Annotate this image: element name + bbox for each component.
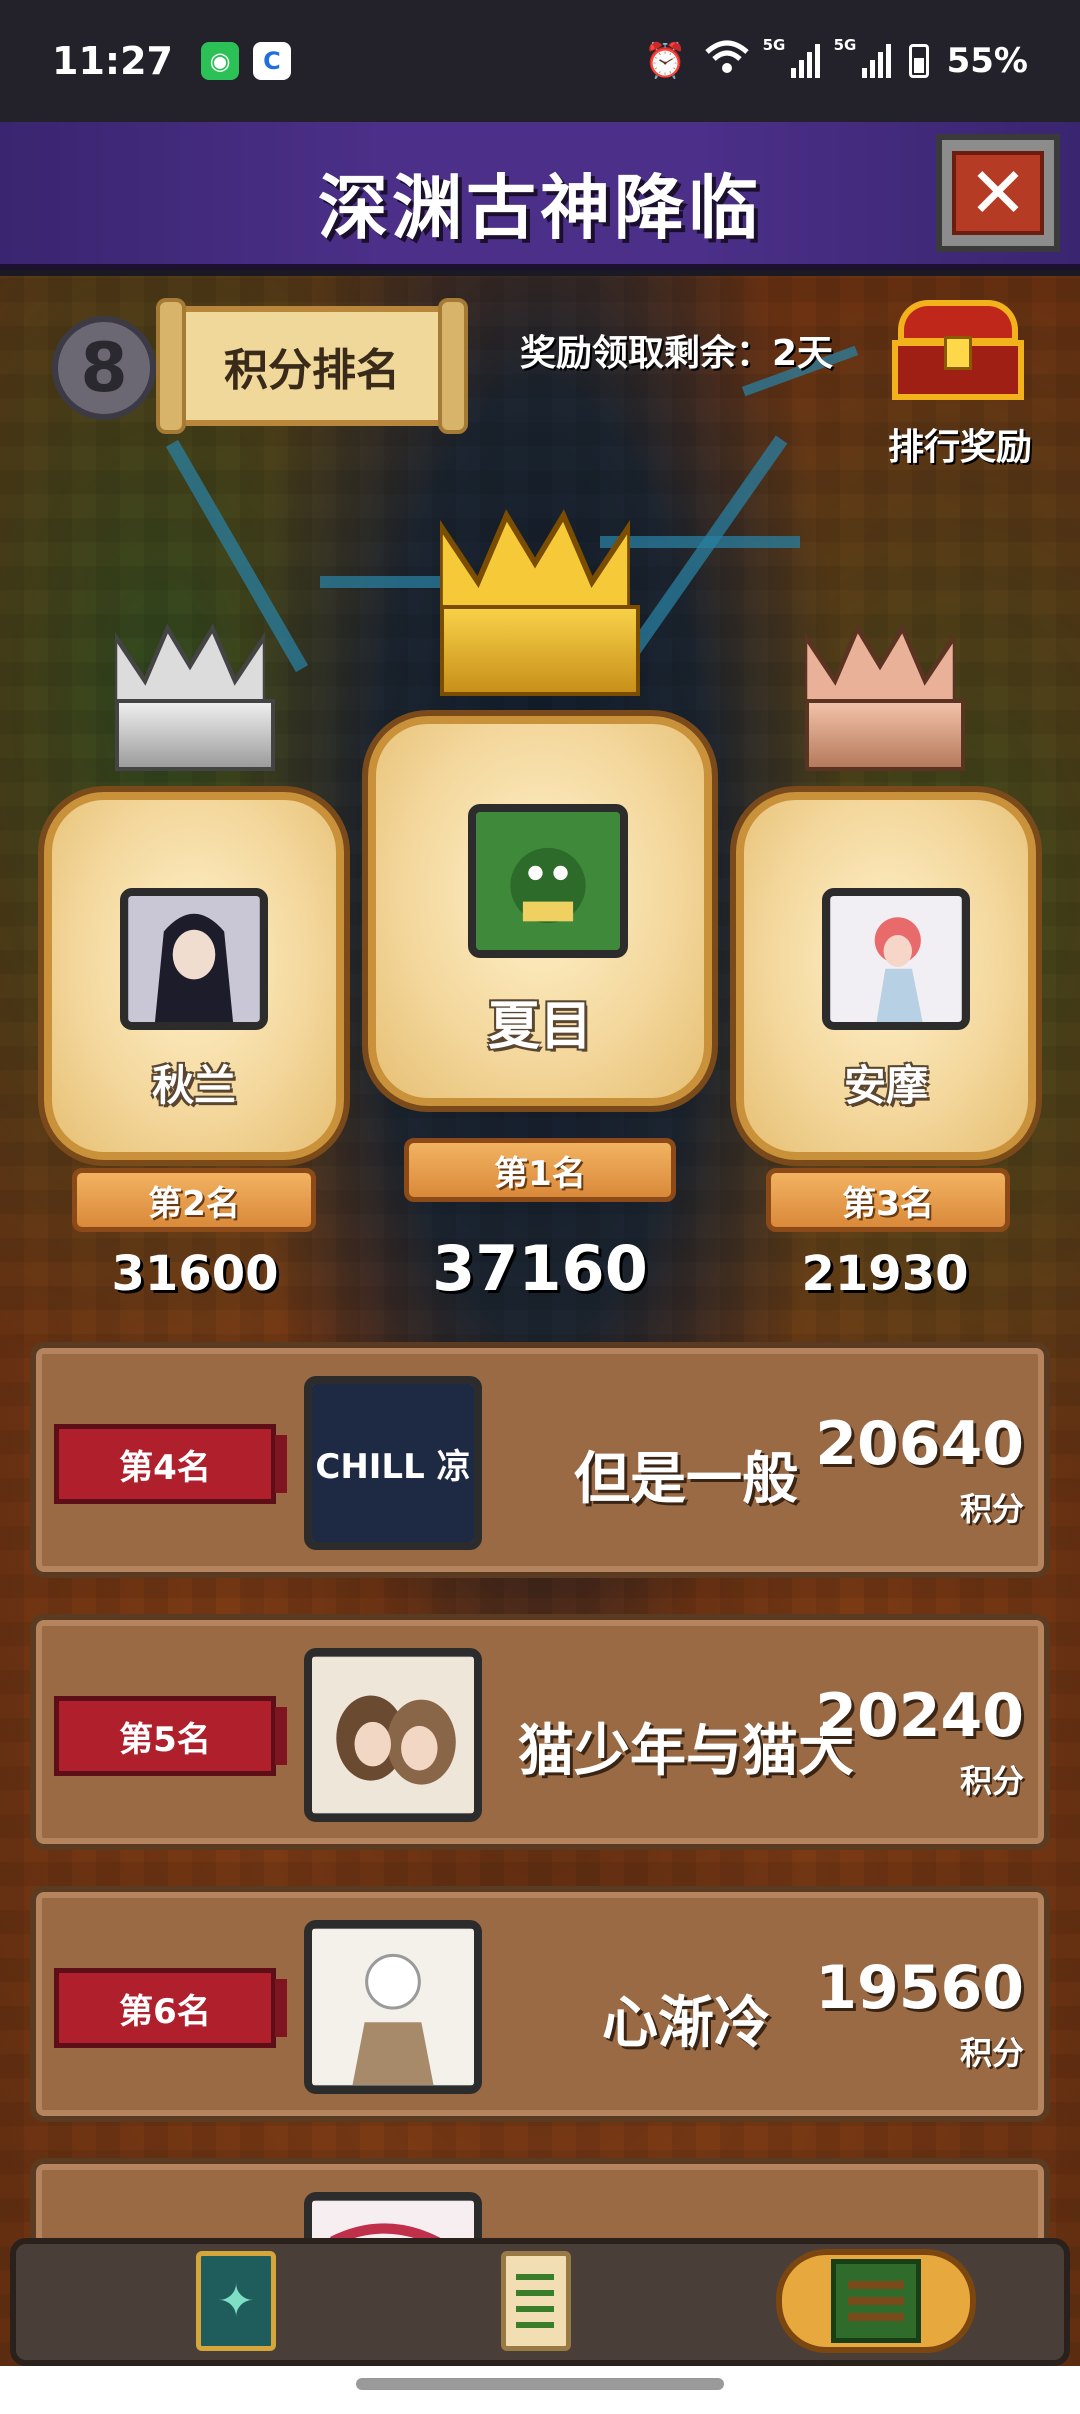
rank-reward-label[interactable]: 排行奖励 (888, 418, 1032, 470)
ranking-row[interactable]: 第4名 CHILL 凉 但是一般 20640 积分 (30, 1342, 1050, 1578)
card-icon: ✦ (196, 2251, 276, 2351)
ranking-row[interactable]: 第5名 猫少年与猫大 20240 积分 (30, 1614, 1050, 1850)
silver-crown-icon (115, 621, 275, 771)
tab-score-ranking-label: 积分排名 (224, 345, 400, 396)
signal-icon: 5G (763, 36, 820, 78)
avatar[interactable] (304, 1648, 482, 1822)
battery-percent: 55% (946, 41, 1028, 81)
avatar[interactable] (120, 888, 268, 1030)
rank-tag-second: 第2名 (72, 1168, 316, 1232)
status-bar: 11:27 ◉ C ⏰ 5G 5G 55% (0, 0, 1080, 122)
treasure-chest-icon[interactable] (888, 300, 1028, 400)
bronze-crown-icon (805, 621, 965, 771)
row-rank-tag: 第4名 (54, 1424, 287, 1504)
quest-scroll-icon (501, 2251, 571, 2351)
ranking-gate-icon (776, 2249, 976, 2353)
podium-card-first[interactable]: 夏目 (368, 716, 712, 1106)
avatar[interactable] (468, 804, 628, 958)
avatar[interactable] (304, 1920, 482, 2094)
page-title: 深渊古神降临 (318, 167, 762, 249)
status-time: 11:27 (52, 39, 173, 83)
row-rank-tag: 第6名 (54, 1968, 287, 2048)
wechat-icon: ◉ (200, 42, 239, 80)
signal-icon: 5G (834, 36, 891, 78)
bottom-nav: ✦ (10, 2238, 1070, 2366)
rank-tag-third: 第3名 (766, 1168, 1010, 1232)
row-score-unit: 积分 (959, 1762, 1024, 1800)
row-score-unit: 积分 (959, 1490, 1024, 1528)
title-bar: 深渊古神降临 ✕ (0, 122, 1080, 270)
rank-tag-first: 第1名 (404, 1138, 676, 1202)
avatar[interactable]: CHILL 凉 (304, 1376, 482, 1550)
leaderboard-area: 8 积分排名 奖励领取剩余：2天 排行奖励 夏目 第1名 37160 秋兰 第2… (0, 276, 1080, 2366)
close-icon: ✕ (952, 151, 1044, 235)
wifi-icon (704, 40, 749, 83)
row-score: 19560 (815, 1953, 1024, 2023)
reward-remaining-text: 奖励领取剩余：2天 (520, 333, 834, 374)
c-app-icon: C (252, 42, 291, 80)
podium-name-first: 夏目 (487, 997, 592, 1057)
row-score: 20240 (815, 1681, 1024, 1751)
system-nav-bar (0, 2366, 1080, 2414)
close-button[interactable]: ✕ (936, 134, 1060, 252)
row-score: 20640 (815, 1409, 1024, 1479)
podium-score-first: 37160 (432, 1232, 648, 1305)
gold-crown-icon (440, 506, 640, 696)
battery-icon (908, 44, 929, 78)
podium-name-third: 安摩 (843, 1061, 928, 1110)
home-indicator[interactable] (356, 2378, 724, 2390)
tab-score-ranking[interactable]: 积分排名 (156, 298, 468, 434)
ranking-row[interactable]: 第6名 心渐冷 19560 积分 (30, 1886, 1050, 2122)
podium-score-third: 21930 (801, 1246, 969, 1302)
podium-card-third[interactable]: 安摩 (736, 792, 1036, 1160)
nav-item-cards[interactable]: ✦ (176, 2226, 296, 2366)
avatar[interactable] (822, 888, 970, 1030)
podium-score-second: 31600 (111, 1246, 279, 1302)
status-icons: ⏰ 5G 5G 55% (644, 36, 1028, 83)
row-rank-tag: 第5名 (54, 1696, 287, 1776)
podium-card-second[interactable]: 秋兰 (44, 792, 344, 1160)
nav-item-ranking[interactable] (766, 2226, 986, 2366)
row-score-unit: 积分 (959, 2034, 1024, 2072)
my-rank-badge[interactable]: 8 (52, 316, 156, 420)
podium-name-second: 秋兰 (151, 1061, 236, 1110)
alarm-icon: ⏰ (644, 41, 687, 81)
nav-item-quests[interactable] (476, 2226, 596, 2366)
